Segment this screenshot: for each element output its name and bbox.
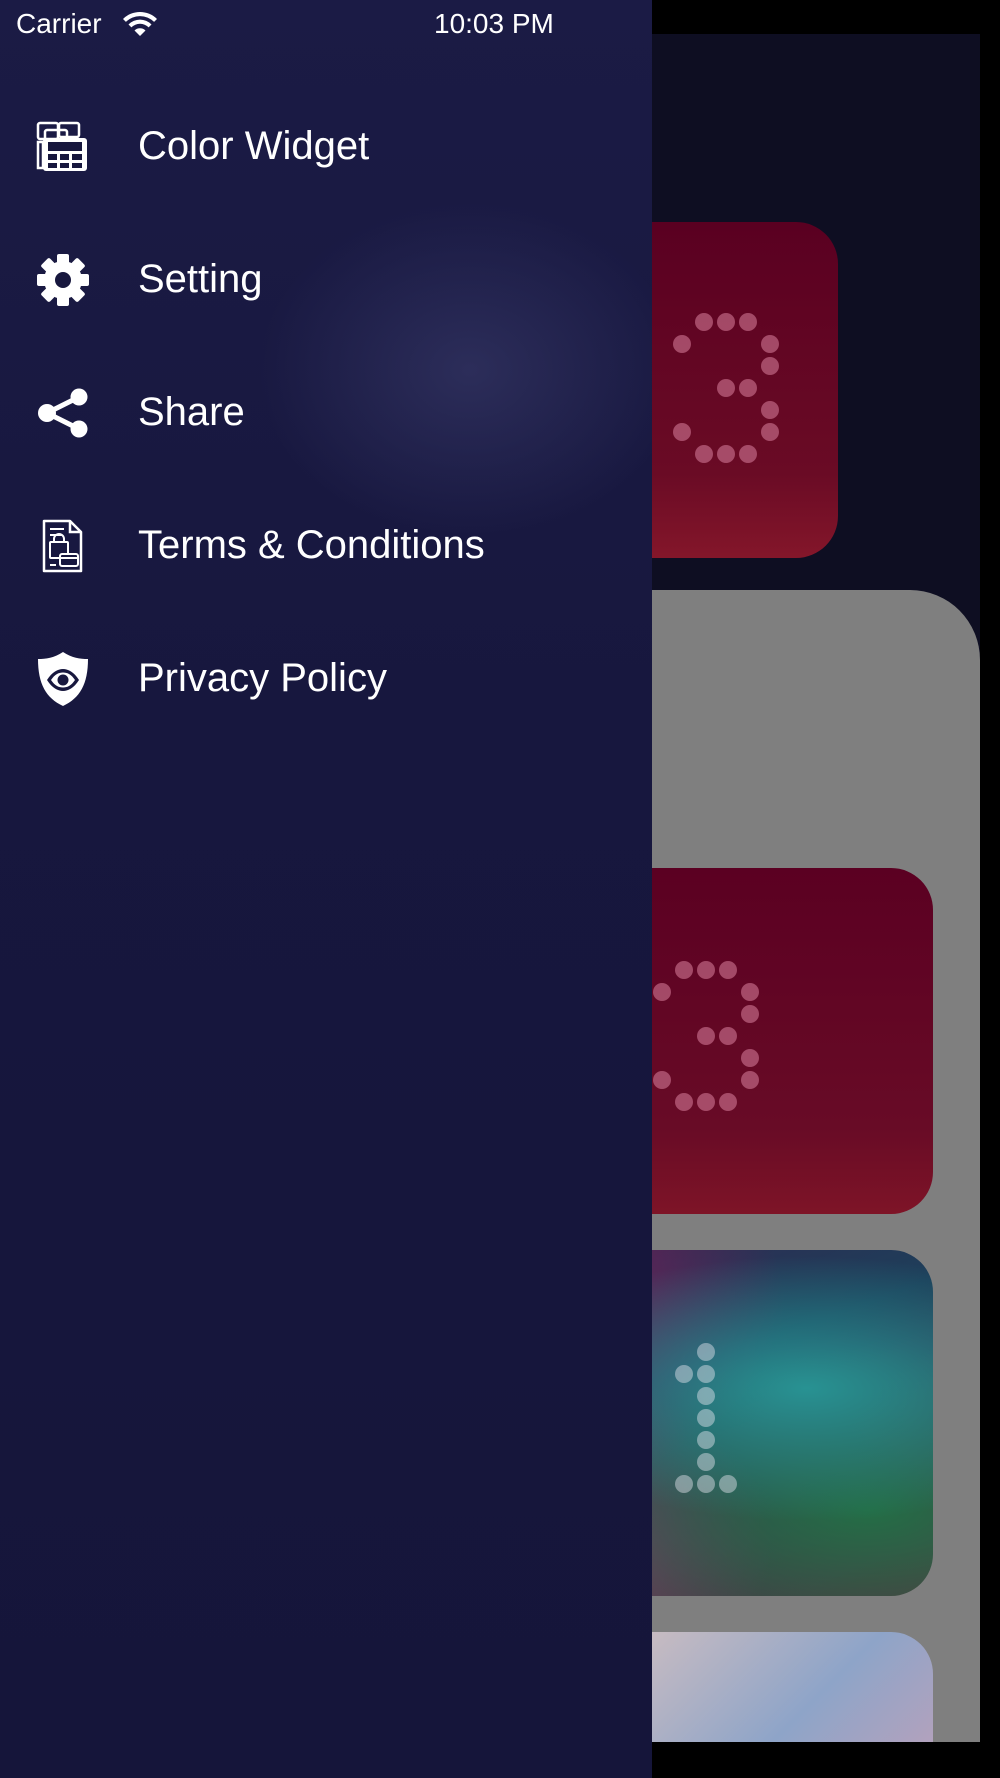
menu-item-color-widget-label: Color Widget xyxy=(138,124,370,168)
digit-dot xyxy=(761,423,779,441)
menu-item-terms-label: Terms & Conditions xyxy=(138,523,485,567)
digit-dot xyxy=(675,1093,693,1111)
menu-item-setting[interactable]: Setting xyxy=(0,213,652,346)
digit-dot xyxy=(741,1005,759,1023)
shield-eye-icon xyxy=(33,649,93,709)
digit-dot xyxy=(697,1343,715,1361)
share-icon xyxy=(33,383,93,443)
menu-item-terms[interactable]: Terms & Conditions xyxy=(0,479,652,612)
digit-dot xyxy=(739,379,757,397)
digit-dot xyxy=(741,1071,759,1089)
digit-dot xyxy=(697,1475,715,1493)
digit-dot xyxy=(719,1027,737,1045)
digit-dot xyxy=(717,313,735,331)
digit-dot xyxy=(697,1431,715,1449)
menu-item-privacy[interactable]: Privacy Policy xyxy=(0,612,652,745)
digit-dot xyxy=(697,1409,715,1427)
menu-item-color-widget[interactable]: Color Widget xyxy=(0,80,652,213)
digit-dot xyxy=(739,313,757,331)
wifi-icon xyxy=(123,11,157,36)
status-time: 10:03 PM xyxy=(434,8,554,39)
digit-dot xyxy=(673,335,691,353)
status-carrier: Carrier xyxy=(16,8,102,39)
digit-dot xyxy=(697,961,715,979)
digit-dot xyxy=(675,961,693,979)
digit-dot xyxy=(761,335,779,353)
digit-dot xyxy=(719,961,737,979)
digit-dot xyxy=(761,401,779,419)
digit-dot xyxy=(761,357,779,375)
digit-dot xyxy=(741,983,759,1001)
digit-dot xyxy=(717,445,735,463)
menu-item-setting-label: Setting xyxy=(138,257,263,301)
menu-item-privacy-label: Privacy Policy xyxy=(138,656,387,700)
digit-dot xyxy=(697,1093,715,1111)
digit-dot xyxy=(719,1475,737,1493)
gear-icon xyxy=(33,250,93,310)
digit-dot xyxy=(697,1453,715,1471)
document-icon xyxy=(33,516,93,576)
widget-icon xyxy=(33,117,93,177)
digit-dot xyxy=(675,1475,693,1493)
digit-dot xyxy=(695,445,713,463)
menu-item-share[interactable]: Share xyxy=(0,346,652,479)
digit-dot xyxy=(741,1049,759,1067)
digit-dot xyxy=(695,313,713,331)
digit-dot xyxy=(717,379,735,397)
digit-dot xyxy=(739,445,757,463)
digit-dot xyxy=(675,1365,693,1383)
digit-dot xyxy=(719,1093,737,1111)
digit-dot xyxy=(697,1365,715,1383)
digit-dot xyxy=(653,983,671,1001)
digit-dot xyxy=(653,1071,671,1089)
drawer-menu: Color Widget Setting Share Terms & Condi… xyxy=(0,80,652,745)
digit-dot xyxy=(673,423,691,441)
digit-dot xyxy=(697,1027,715,1045)
digit-dot xyxy=(697,1387,715,1405)
menu-item-share-label: Share xyxy=(138,390,245,434)
side-drawer: Carrier 10:03 PM Color Widget Setting Sh… xyxy=(0,0,652,1778)
